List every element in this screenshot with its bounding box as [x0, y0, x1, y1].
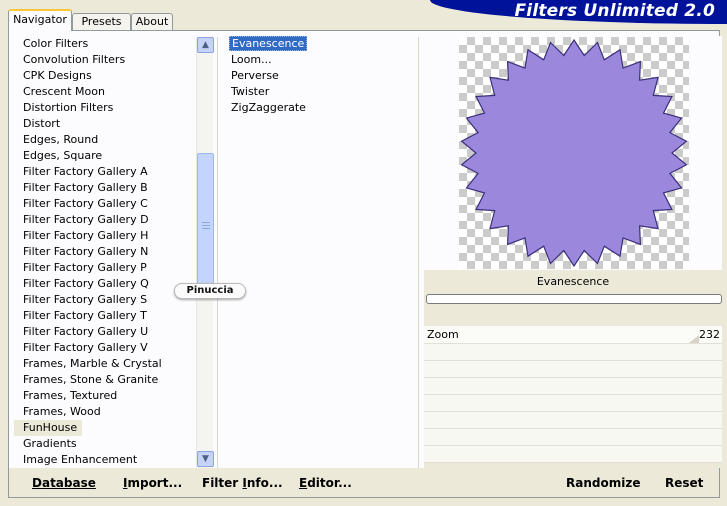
grip-icon — [202, 222, 210, 229]
seal-shape — [460, 38, 688, 268]
filter-item-label: Loom... — [231, 53, 272, 66]
param-header — [424, 308, 722, 326]
category-item[interactable]: Distortion Filters — [14, 100, 196, 116]
pane-divider — [418, 37, 419, 468]
category-item[interactable]: Filter Factory Gallery V — [14, 340, 196, 356]
editor-button[interactable]: Editor... — [299, 475, 352, 491]
category-item[interactable]: Filter Factory Gallery N — [14, 244, 196, 260]
filter-info-button[interactable]: Filter Info... — [202, 475, 283, 491]
chevron-up-icon[interactable]: ▲ — [197, 37, 214, 53]
filter-item[interactable]: Perverse — [222, 68, 412, 84]
param-row-empty — [424, 412, 722, 429]
scrollbar-thumb[interactable] — [197, 153, 214, 296]
category-item[interactable]: Edges, Square — [14, 148, 196, 164]
progress-bar — [426, 294, 722, 304]
param-row-empty — [424, 446, 722, 463]
param-row-empty — [424, 395, 722, 412]
category-item[interactable]: Color Filters — [14, 36, 196, 52]
category-item[interactable]: Filter Factory Gallery D — [14, 212, 196, 228]
category-item[interactable]: Filter Factory Gallery B — [14, 180, 196, 196]
zoom-value: 232 — [699, 328, 720, 341]
category-item[interactable]: Filter Factory Gallery T — [14, 308, 196, 324]
category-item[interactable]: Crescent Moon — [14, 84, 196, 100]
slider-thumb-icon[interactable] — [689, 335, 699, 343]
preview-image — [460, 38, 688, 268]
category-item[interactable]: Gradients — [14, 436, 196, 452]
zoom-label: Zoom — [427, 328, 459, 341]
filter-item[interactable]: Twister — [222, 84, 412, 100]
filter-item-label: Twister — [231, 85, 270, 98]
param-row-empty — [424, 361, 722, 378]
category-item[interactable]: Filter Factory Gallery P — [14, 260, 196, 276]
category-item[interactable]: Filter Factory Gallery A — [14, 164, 196, 180]
param-row-empty — [424, 344, 722, 361]
category-item[interactable]: Distort — [14, 116, 196, 132]
reset-button[interactable]: Reset — [665, 475, 703, 491]
category-item[interactable]: Filter Factory Gallery C — [14, 196, 196, 212]
filter-item-label: Evanescence — [229, 36, 308, 51]
zoom-slider[interactable]: Zoom 232 — [424, 326, 722, 344]
category-item[interactable]: CPK Designs — [14, 68, 196, 84]
category-item[interactable]: Filter Factory Gallery U — [14, 324, 196, 340]
filter-item-label: Perverse — [231, 69, 279, 82]
category-item[interactable]: Filter Factory Gallery Q — [14, 276, 196, 292]
category-item[interactable]: Frames, Marble & Crystal — [14, 356, 196, 372]
randomize-button[interactable]: Randomize — [566, 475, 640, 491]
title-banner: Filters Unlimited 2.0 — [430, 0, 727, 24]
parameter-list: Zoom 232 — [424, 326, 722, 463]
preview-filter-name: Evanescence — [536, 275, 610, 288]
filter-list[interactable]: Evanescence Loom... Perverse Twister ZigZagg… — [222, 36, 412, 116]
tab-about[interactable]: About — [131, 13, 173, 31]
filter-item-label: ZigZaggerate — [231, 101, 306, 114]
category-item[interactable]: Filter Factory Gallery S — [14, 292, 196, 308]
category-list[interactable]: Color Filters Convolution Filters CPK Desi… — [14, 36, 196, 468]
filter-item[interactable]: Evanescence — [222, 36, 412, 52]
chevron-down-icon[interactable]: ▼ — [197, 451, 214, 467]
tab-presets[interactable]: Presets — [72, 13, 131, 31]
category-item[interactable]: Convolution Filters — [14, 52, 196, 68]
param-row-empty — [424, 429, 722, 446]
tab-navigator[interactable]: Navigator — [8, 9, 72, 31]
category-item[interactable]: Frames, Wood — [14, 404, 196, 420]
category-item[interactable]: Frames, Textured — [14, 388, 196, 404]
app-title: Filters Unlimited 2.0 — [514, 1, 715, 21]
category-item[interactable]: Edges, Round — [14, 132, 196, 148]
category-item[interactable]: Filter Factory Gallery H — [14, 228, 196, 244]
category-item[interactable]: Frames, Stone & Granite — [14, 372, 196, 388]
category-item[interactable]: FunHouse — [14, 420, 82, 436]
category-scrollbar[interactable]: ▲ ▼ — [196, 37, 214, 468]
watermark-badge: Pinuccia — [174, 283, 246, 299]
category-item[interactable]: Image Enhancement — [14, 452, 196, 468]
filter-item[interactable]: Loom... — [222, 52, 412, 68]
import-button[interactable]: Import... — [123, 475, 182, 491]
param-row-empty — [424, 378, 722, 395]
list-divider — [217, 37, 218, 468]
database-button[interactable]: Database — [32, 475, 96, 491]
filter-item[interactable]: ZigZaggerate — [222, 100, 412, 116]
